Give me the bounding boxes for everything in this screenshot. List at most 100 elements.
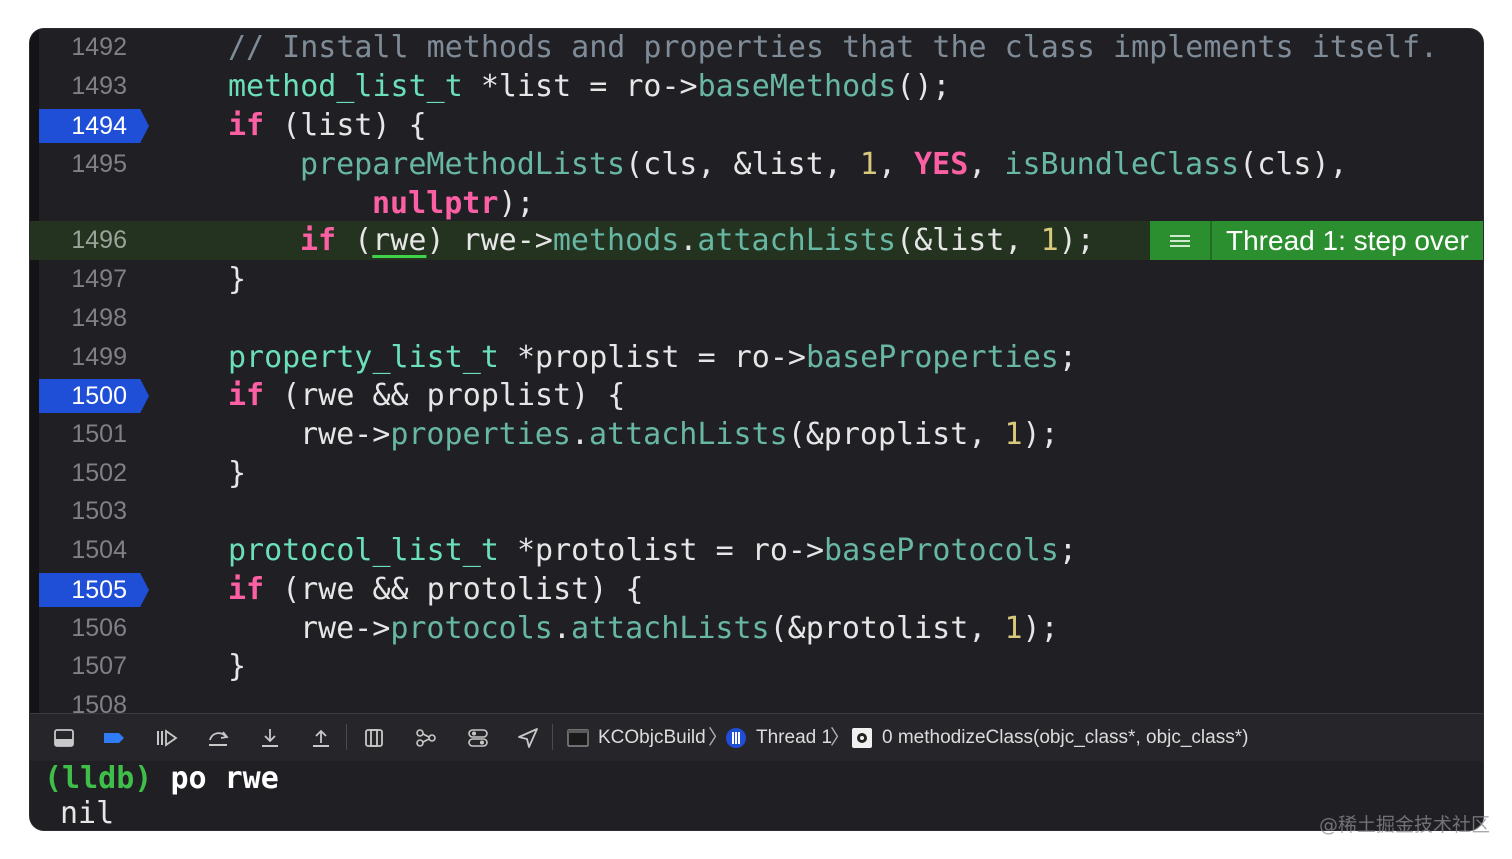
code-line: 1495 prepareMethodLists(cls, &list, 1, Y… — [30, 145, 1483, 184]
code-plain: . — [570, 417, 589, 452]
code-function: methods — [552, 223, 680, 258]
code-keyword: if — [228, 378, 265, 413]
code-plain: rwe-> — [300, 611, 391, 646]
code-text: if (rwe && protolist) { — [228, 570, 643, 609]
code-function: isBundleClass — [1004, 147, 1240, 182]
code-plain: (list) { — [264, 108, 427, 143]
xcode-window: 1492 // Install methods and properties t… — [30, 29, 1483, 830]
code-function: attachLists — [570, 611, 770, 646]
code-keyword: if — [228, 572, 265, 607]
line-number[interactable]: 1499 — [39, 341, 147, 373]
line-number[interactable]: 1497 — [39, 263, 147, 295]
lldb-prompt: (lldb) — [44, 761, 153, 796]
target-app-icon — [567, 729, 589, 747]
code-plain: (rwe && proplist) { — [264, 378, 626, 413]
code-plain: , — [968, 147, 1005, 182]
console-prompt-line: (lldb) po rwe — [44, 761, 279, 797]
code-plain: } — [228, 456, 247, 491]
code-line: nullptr); — [30, 184, 1483, 223]
code-line: 1492 // Install methods and properties t… — [30, 29, 1483, 67]
code-plain: . — [679, 223, 698, 258]
line-number[interactable]: 1496 — [39, 224, 147, 256]
line-number[interactable]: 1495 — [39, 148, 147, 180]
code-number: 1 — [1040, 223, 1059, 258]
code-plain: (cls), — [1239, 147, 1348, 182]
breadcrumb-target[interactable]: KCObjcBuild — [598, 714, 706, 761]
breakpoint-marker[interactable]: 1494 — [39, 109, 149, 143]
code-plain: ); — [1022, 611, 1059, 646]
step-out-icon[interactable] — [309, 726, 333, 750]
code-text: } — [228, 260, 246, 299]
code-line: 1501 rwe->properties.attachLists(&propli… — [30, 415, 1483, 454]
breadcrumb-thread[interactable]: Thread 1 — [756, 714, 832, 761]
console-command: po rwe — [170, 761, 279, 796]
code-plain: ); — [1058, 223, 1095, 258]
code-plain: ; — [1058, 533, 1077, 568]
step-into-icon[interactable] — [258, 726, 282, 750]
code-line: 1502 } — [30, 454, 1483, 493]
code-plain: ( — [336, 223, 373, 258]
source-editor[interactable]: 1492 // Install methods and properties t… — [30, 29, 1483, 719]
code-text: rwe->protocols.attachLists(&protolist, 1… — [300, 609, 1059, 648]
code-text: rwe->properties.attachLists(&proplist, 1… — [300, 415, 1059, 454]
memory-graph-icon[interactable] — [414, 726, 438, 750]
code-line: 1506 rwe->protocols.attachLists(&protoli… — [30, 609, 1483, 648]
code-number: 1 — [1004, 417, 1023, 452]
hide-debug-area-icon[interactable] — [52, 726, 76, 750]
line-number[interactable]: 1498 — [39, 302, 147, 334]
thread-status-badge[interactable]: Thread 1: step over — [1150, 221, 1483, 260]
code-plain: (&proplist, — [787, 417, 1005, 452]
breakpoints-toggle-icon[interactable] — [102, 726, 126, 750]
step-over-icon[interactable] — [206, 726, 230, 750]
code-plain: (cls, &list, — [625, 147, 860, 182]
code-line: 1499 property_list_t *proplist = ro->bas… — [30, 338, 1483, 377]
code-plain: . — [552, 611, 571, 646]
line-number[interactable]: 1507 — [39, 650, 147, 682]
stack-frame-icon — [852, 728, 872, 748]
chevron-right-icon: 〉 — [830, 725, 850, 749]
toolbar-divider — [552, 724, 553, 750]
line-number[interactable]: 1492 — [39, 31, 147, 63]
code-variable[interactable]: rwe — [372, 223, 426, 258]
code-plain: (rwe && protolist) { — [264, 572, 644, 607]
code-plain: *protolist = ro-> — [498, 533, 825, 568]
code-number: 1 — [859, 147, 878, 182]
code-keyword: if — [228, 108, 265, 143]
code-line: 1503 — [30, 492, 1483, 531]
breakpoint-marker[interactable]: 1500 — [39, 379, 149, 413]
simulate-location-icon[interactable] — [516, 726, 540, 750]
line-number[interactable]: 1501 — [39, 418, 147, 450]
lldb-console[interactable]: (lldb) po rwe nil — [30, 761, 1483, 830]
code-plain: ; — [1058, 340, 1077, 375]
code-function: attachLists — [697, 223, 897, 258]
code-plain: } — [228, 649, 247, 684]
code-function: baseProtocols — [824, 533, 1059, 568]
console-output: nil — [60, 796, 115, 831]
code-plain: ); — [498, 186, 535, 221]
code-type: property_list_t — [228, 340, 499, 375]
code-keyword: nullptr — [372, 186, 499, 221]
breadcrumb-frame[interactable]: 0 methodizeClass(objc_class*, objc_class… — [882, 714, 1248, 761]
environment-overrides-icon[interactable] — [466, 726, 490, 750]
line-number[interactable]: 1504 — [39, 534, 147, 566]
code-line: 1507 } — [30, 647, 1483, 686]
code-text: method_list_t *list = ro->baseMethods(); — [228, 67, 951, 106]
line-number[interactable]: 1502 — [39, 457, 147, 489]
line-number[interactable]: 1506 — [39, 612, 147, 644]
code-text: if (rwe && proplist) { — [228, 376, 625, 415]
code-text: if (list) { — [228, 106, 427, 145]
code-plain: (&protolist, — [769, 611, 1005, 646]
code-type: protocol_list_t — [228, 533, 499, 568]
code-line: 1493 method_list_t *list = ro->baseMetho… — [30, 67, 1483, 106]
code-line: 1494 if (list) { — [30, 106, 1483, 145]
line-number[interactable]: 1493 — [39, 70, 147, 102]
menu-lines-icon[interactable] — [1150, 221, 1212, 260]
code-function: properties — [390, 417, 571, 452]
code-line: 1500 if (rwe && proplist) { — [30, 376, 1483, 415]
continue-icon[interactable] — [154, 726, 178, 750]
toolbar-divider — [346, 724, 347, 750]
view-hierarchy-icon[interactable] — [362, 726, 386, 750]
current-line: 1496 if (rwe) rwe->methods.attachLists(&… — [30, 221, 1483, 260]
breakpoint-marker[interactable]: 1505 — [39, 573, 149, 607]
line-number[interactable]: 1503 — [39, 495, 147, 527]
